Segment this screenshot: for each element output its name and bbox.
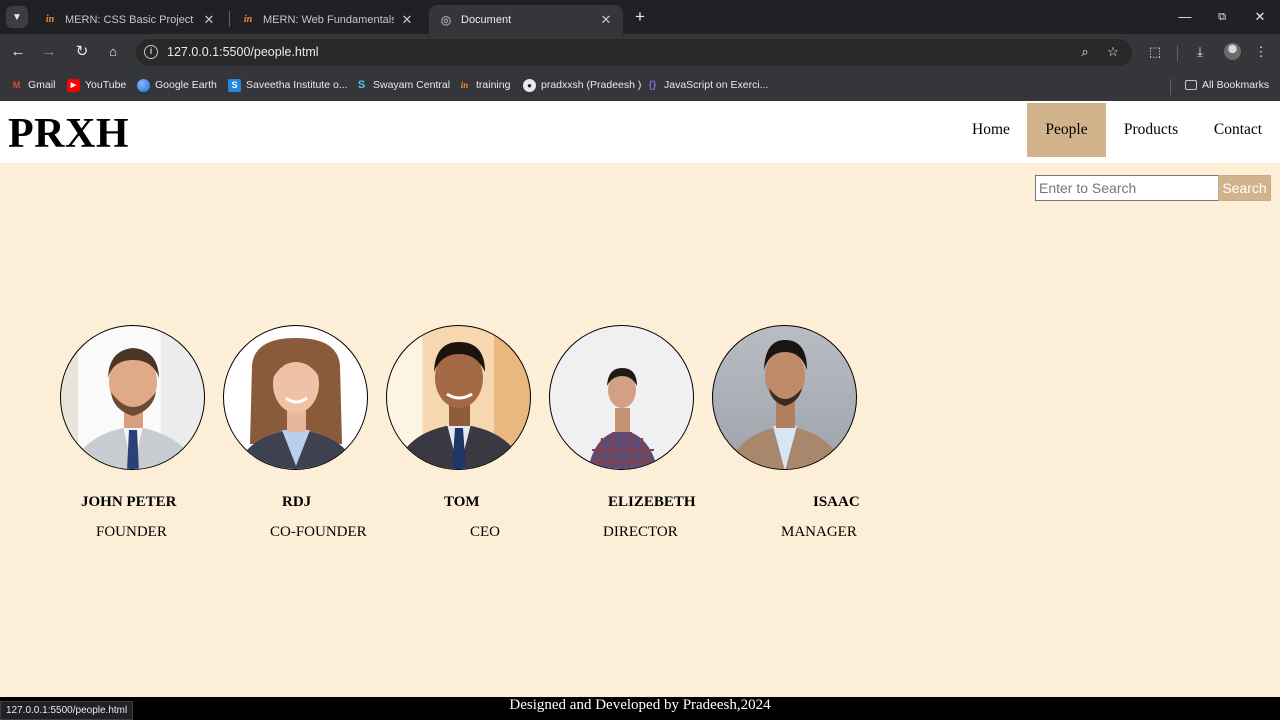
person-name: ISAAC: [813, 494, 860, 510]
interviewbit-icon: in: [45, 14, 55, 25]
search-button[interactable]: Search: [1218, 175, 1271, 201]
portrait-illustration: [395, 342, 525, 469]
back-arrow-icon[interactable]: ←: [8, 42, 28, 62]
person-photo-rdj: [223, 325, 368, 470]
person-photo-elizebeth: [549, 325, 694, 470]
site-logo[interactable]: PRXH: [8, 110, 129, 158]
browser-tab-3[interactable]: ◎ Document ✕: [429, 5, 623, 34]
person-photo-isaac: [712, 325, 857, 470]
new-tab-plus-icon[interactable]: +: [631, 8, 649, 26]
portrait-illustration: [71, 348, 199, 469]
browser-tab-2[interactable]: in MERN: Web Fundamentals and ✕: [231, 5, 424, 34]
home-icon[interactable]: ⌂: [103, 42, 123, 62]
interviewbit-icon: in: [460, 80, 469, 90]
bookmark-saveetha[interactable]: S Saveetha Institute o...: [228, 77, 348, 93]
person-role: CO-FOUNDER: [270, 524, 367, 540]
link-status-bubble: 127.0.0.1:5500/people.html: [0, 701, 134, 720]
window-close-icon[interactable]: ✕: [1249, 6, 1271, 28]
tab-divider: [229, 11, 230, 27]
nav-people[interactable]: People: [1027, 103, 1106, 157]
bookmarks-divider: [1170, 79, 1171, 95]
globe-icon: ◎: [440, 12, 452, 27]
browser-tab-strip: ▼ in MERN: CSS Basic Project | SEC ✕ in …: [0, 0, 1280, 34]
person-role: DIRECTOR: [603, 524, 678, 540]
exercism-icon: {}: [648, 79, 657, 91]
address-bar[interactable]: i 127.0.0.1:5500/people.html ⌕ ☆: [136, 39, 1132, 66]
minimize-icon[interactable]: —: [1174, 6, 1196, 28]
person-name: RDJ: [282, 494, 312, 510]
person-name: JOHN PETER: [81, 494, 177, 510]
download-icon[interactable]: ⤓: [1191, 43, 1209, 61]
bookmark-label: Gmail: [28, 79, 56, 91]
close-icon[interactable]: ✕: [202, 12, 216, 28]
tab-search-chevron-icon[interactable]: ▼: [6, 6, 28, 28]
bookmark-exercism[interactable]: {} JavaScript on Exerci...: [646, 77, 769, 93]
google-earth-icon: [137, 78, 150, 92]
reload-icon[interactable]: ↻: [72, 42, 92, 62]
bookmark-training[interactable]: in training: [458, 77, 511, 93]
search-input[interactable]: [1035, 175, 1219, 201]
youtube-icon: ▶: [67, 78, 80, 92]
tab-title: Document: [461, 13, 512, 26]
profile-avatar-icon[interactable]: [1224, 43, 1241, 60]
bookmark-youtube[interactable]: ▶ YouTube: [67, 77, 126, 93]
bookmark-gmail[interactable]: M Gmail: [10, 77, 56, 93]
saveetha-icon: S: [228, 78, 241, 92]
bookmark-label: training: [476, 79, 511, 91]
address-url[interactable]: 127.0.0.1:5500/people.html: [167, 45, 319, 59]
portrait-illustration: [588, 368, 658, 469]
gmail-icon: M: [12, 80, 21, 90]
bookmark-label: Google Earth: [155, 79, 217, 91]
bookmarks-bar: M Gmail ▶ YouTube Google Earth S Saveeth…: [0, 71, 1280, 101]
person-name: TOM: [444, 494, 480, 510]
interviewbit-icon: in: [243, 14, 253, 25]
bookmark-swayam[interactable]: S Swayam Central: [355, 77, 450, 93]
browser-tab-1[interactable]: in MERN: CSS Basic Project | SEC ✕: [33, 5, 226, 34]
more-menu-icon[interactable]: ⋮: [1252, 43, 1270, 61]
person-name: ELIZEBETH: [608, 494, 696, 510]
folder-icon: [1185, 80, 1197, 90]
close-icon[interactable]: ✕: [599, 12, 613, 28]
all-bookmarks-folder[interactable]: All Bookmarks: [1185, 77, 1269, 93]
browser-toolbar: ← → ↻ ⌂ i 127.0.0.1:5500/people.html ⌕ ☆…: [0, 34, 1280, 71]
bookmark-label: Swayam Central: [373, 79, 451, 91]
nav-products[interactable]: Products: [1112, 103, 1190, 157]
nav-home[interactable]: Home: [960, 103, 1022, 157]
forward-arrow-icon[interactable]: →: [39, 42, 59, 62]
page-content: PRXH Home People Products Contact Search: [0, 101, 1280, 697]
github-icon: ●: [523, 78, 536, 92]
all-bookmarks-label: All Bookmarks: [1202, 79, 1270, 91]
bookmark-label: Saveetha Institute o...: [246, 79, 348, 91]
extensions-puzzle-icon[interactable]: ⬚: [1146, 43, 1164, 61]
bookmark-google-earth[interactable]: Google Earth: [137, 77, 217, 93]
person-role: FOUNDER: [96, 524, 167, 540]
footer-credit: Designed and Developed by Pradeesh,2024: [509, 697, 771, 713]
portrait-illustration: [236, 338, 358, 469]
close-icon[interactable]: ✕: [400, 12, 414, 28]
zoom-icon[interactable]: ⌕: [1077, 44, 1093, 60]
tab-title: MERN: Web Fundamentals and: [263, 13, 394, 26]
bookmark-label: pradxxsh (Pradeesh ): [541, 79, 642, 91]
person-photo-john-peter: [60, 325, 205, 470]
bookmark-github[interactable]: ● pradxxsh (Pradeesh ): [523, 77, 641, 93]
swayam-icon: S: [357, 79, 366, 91]
nav-contact[interactable]: Contact: [1200, 103, 1276, 157]
bookmark-label: YouTube: [85, 79, 127, 91]
toolbar-divider: [1177, 45, 1178, 61]
portrait-illustration: [727, 340, 845, 469]
person-photo-tom: [386, 325, 531, 470]
restore-icon[interactable]: ⧉: [1211, 6, 1233, 28]
site-header: PRXH Home People Products Contact: [0, 101, 1280, 163]
tab-title: MERN: CSS Basic Project | SEC: [65, 13, 196, 26]
bookmark-label: JavaScript on Exerci...: [664, 79, 769, 91]
bookmark-star-icon[interactable]: ☆: [1105, 44, 1121, 60]
site-info-icon[interactable]: i: [144, 45, 158, 59]
site-footer: Designed and Developed by Pradeesh,2024: [0, 697, 1280, 720]
person-role: MANAGER: [781, 524, 857, 540]
person-role: CEO: [470, 524, 500, 540]
